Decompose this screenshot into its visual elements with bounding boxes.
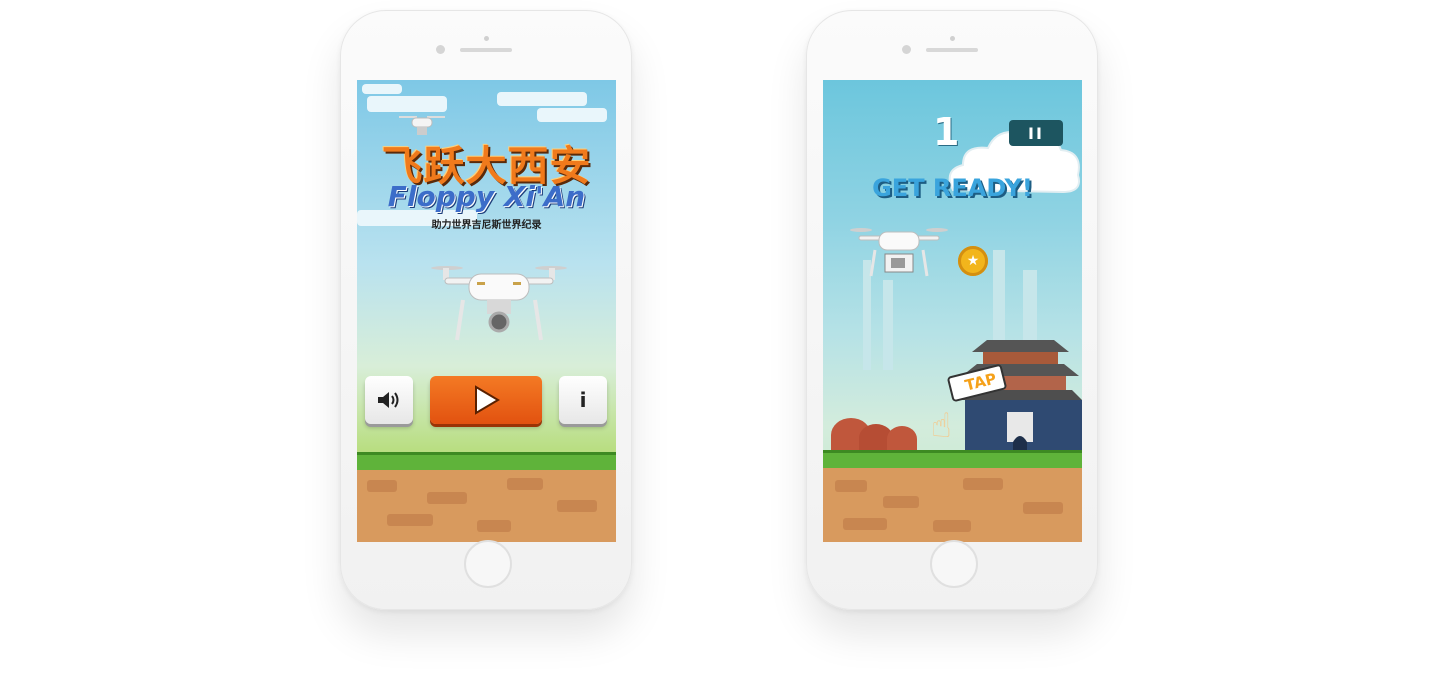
- dirt-brick: [427, 492, 467, 504]
- drone-character: [850, 228, 948, 277]
- sensor: [950, 36, 955, 41]
- dirt-ground: [357, 470, 616, 542]
- dirt-brick: [557, 500, 597, 512]
- cloud: [497, 92, 587, 106]
- play-button[interactable]: [430, 376, 542, 424]
- dirt-brick: [963, 478, 1003, 490]
- home-button[interactable]: [464, 540, 512, 588]
- dirt-brick: [1023, 502, 1063, 514]
- pause-button[interactable]: II: [1009, 120, 1063, 146]
- speaker-grille: [926, 48, 978, 52]
- score-counter: 1: [933, 110, 960, 154]
- dirt-brick: [367, 480, 397, 492]
- tree: [887, 426, 917, 452]
- info-icon: i: [579, 388, 587, 412]
- dirt-brick: [883, 496, 919, 508]
- speaker-icon: [378, 392, 399, 408]
- skyline-bar: [883, 280, 893, 370]
- drone-character: [431, 266, 567, 341]
- dirt-brick: [933, 520, 971, 532]
- cloud: [537, 108, 607, 122]
- sensor: [484, 36, 489, 41]
- phone-right: 1 II GET READY! ★ TAP ☝: [806, 10, 1098, 610]
- pause-icon: II: [1028, 123, 1044, 143]
- info-button[interactable]: i: [559, 376, 607, 424]
- play-icon: [475, 385, 500, 415]
- sound-toggle-button[interactable]: [365, 376, 413, 424]
- game-screen: 1 II GET READY! ★ TAP ☝: [823, 80, 1082, 542]
- home-button[interactable]: [930, 540, 978, 588]
- game-title-english: Floppy Xi'An: [387, 180, 586, 213]
- start-screen: 飞跃大西安 Floppy Xi'An 助力世界吉尼斯世界纪录 i: [357, 80, 616, 542]
- star-icon: ★: [966, 253, 980, 269]
- dirt-brick: [843, 518, 887, 530]
- get-ready-text: GET READY!: [872, 174, 1033, 202]
- dirt-ground: [823, 468, 1082, 542]
- dirt-brick: [387, 514, 433, 526]
- phone-left: 飞跃大西安 Floppy Xi'An 助力世界吉尼斯世界纪录 i: [340, 10, 632, 610]
- dirt-brick: [477, 520, 511, 532]
- front-camera: [902, 45, 911, 54]
- front-camera: [436, 45, 445, 54]
- dirt-brick: [835, 480, 867, 492]
- star-coin: ★: [958, 246, 988, 276]
- tap-finger-icon: ☝: [931, 406, 952, 446]
- dirt-brick: [507, 478, 543, 490]
- game-subtitle: 助力世界吉尼斯世界纪录: [431, 220, 542, 231]
- cloud: [362, 84, 402, 94]
- speaker-grille: [460, 48, 512, 52]
